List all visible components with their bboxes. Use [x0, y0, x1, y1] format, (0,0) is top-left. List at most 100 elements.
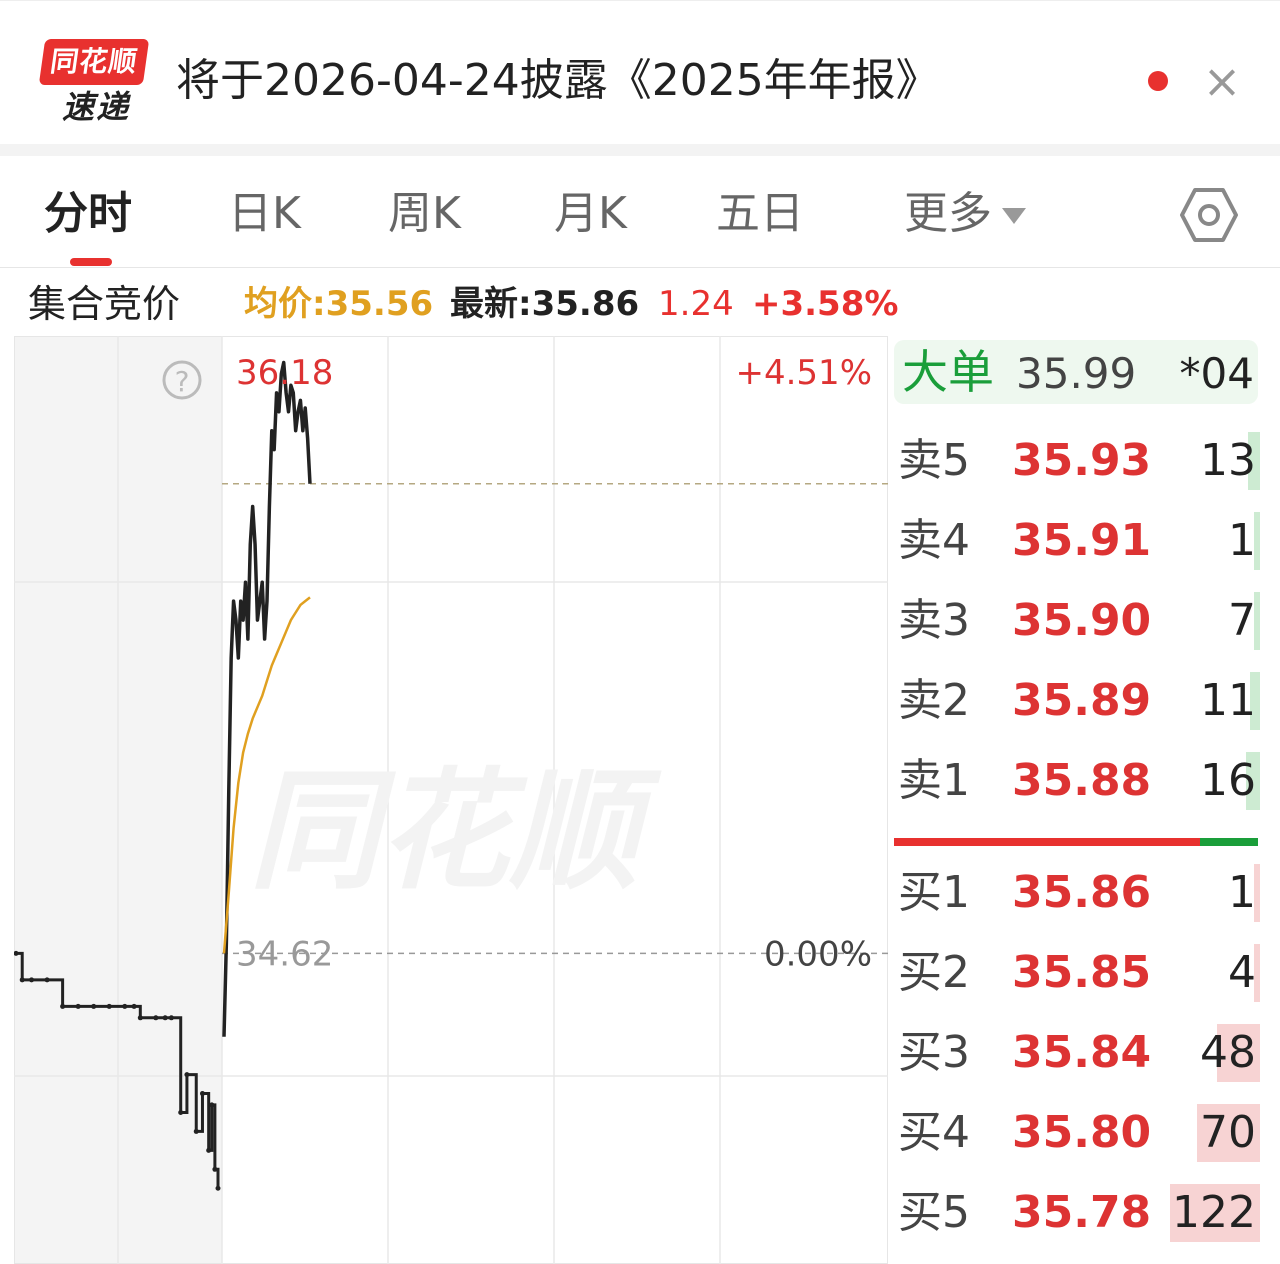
buy-volume: 1 [1228, 867, 1256, 918]
tab-daily-k[interactable]: 日K [228, 186, 301, 242]
auction-point [29, 977, 35, 983]
sell-price: 35.88 [1012, 755, 1152, 806]
auction-point [137, 1015, 143, 1021]
auction-point [168, 1015, 174, 1021]
big-order-volume: *04 [1179, 349, 1254, 398]
sell-label: 卖2 [898, 675, 970, 726]
watermark-text: 同花顺 [249, 755, 662, 907]
notification-title[interactable]: 将于2026-04-24披露《2025年年报》 [176, 53, 940, 109]
base-percent-label: 0.00% [764, 934, 872, 974]
unread-dot-icon [1148, 71, 1168, 91]
buy-volume: 122 [1172, 1187, 1256, 1238]
auction-point [44, 977, 50, 983]
big-order-row[interactable]: 大单 35.99 *04 [894, 340, 1258, 404]
sell-volume: 16 [1200, 755, 1256, 806]
tab-intraday[interactable]: 分时 [44, 186, 132, 242]
auction-point [184, 1072, 190, 1078]
buy-label: 买4 [898, 1107, 970, 1158]
auction-point [19, 977, 25, 983]
sell-pressure-bar [1200, 838, 1258, 846]
buy-pressure-bar [894, 838, 1200, 846]
sell-volume: 13 [1200, 435, 1256, 486]
price-change: 1.24 [658, 284, 734, 324]
buy-volume: 48 [1200, 1027, 1256, 1078]
auction-point [212, 1166, 218, 1172]
auction-point [122, 1003, 128, 1009]
section-gap [0, 144, 1280, 156]
latest-price: 最新:35.86 [450, 284, 640, 324]
tab-monthly-k[interactable]: 月K [554, 186, 627, 242]
sell-price: 35.91 [1012, 515, 1152, 566]
auction-point [199, 1091, 205, 1097]
average-price: 均价:35.56 [244, 284, 434, 324]
sell-volume: 1 [1228, 515, 1256, 566]
auction-point [178, 1109, 184, 1115]
buy-price: 35.84 [1012, 1027, 1152, 1078]
buy-label: 买5 [898, 1187, 970, 1238]
tonghuashun-logo: 同花顺 速递 [38, 39, 150, 129]
tab-more[interactable]: 更多 [904, 186, 1026, 242]
buy-row[interactable]: 买2 35.85 4 [890, 932, 1260, 1012]
high-percent-label: +4.51% [736, 353, 873, 393]
settings-hexagon-icon[interactable] [1180, 186, 1238, 244]
buy-row[interactable]: 买3 35.84 48 [890, 1012, 1260, 1092]
sell-price: 35.90 [1012, 595, 1152, 646]
intraday-chart[interactable]: 同花顺 36.18 +4.51% 34.62 0.00%? [14, 336, 888, 1264]
sell-row[interactable]: 卖2 35.89 11 [890, 660, 1260, 740]
auction-point [60, 1003, 66, 1009]
auction-point [162, 1015, 168, 1021]
logo-bottom-text: 速递 [61, 88, 130, 126]
sell-row[interactable]: 卖4 35.91 1 [890, 500, 1260, 580]
buy-label: 买1 [898, 867, 970, 918]
caret-down-icon [1002, 208, 1026, 224]
quote-info-row: 集合竞价 均价:35.56 最新:35.86 1.24 +3.58% [0, 270, 898, 336]
auction-point [215, 1185, 221, 1191]
sell-volume: 7 [1228, 595, 1256, 646]
notification-bar[interactable]: 同花顺 速递 将于2026-04-24披露《2025年年报》 × [0, 0, 1280, 144]
tab-five-day[interactable]: 五日 [716, 186, 804, 242]
sell-label: 卖3 [898, 595, 970, 646]
sell-label: 卖1 [898, 755, 970, 806]
buy-price: 35.80 [1012, 1107, 1152, 1158]
sell-row[interactable]: 卖5 35.93 13 [890, 420, 1260, 500]
intraday-chart-svg: 同花顺 36.18 +4.51% 34.62 0.00%? [14, 336, 888, 1264]
auction-point [75, 1003, 81, 1009]
auction-point [193, 1128, 199, 1134]
high-price-label: 36.18 [236, 353, 333, 393]
logo-top-text: 同花顺 [38, 39, 150, 85]
active-tab-indicator [70, 258, 112, 266]
tab-more-label: 更多 [904, 188, 992, 239]
auction-point [131, 1003, 137, 1009]
big-order-price: 35.99 [1016, 349, 1137, 398]
buy-row[interactable]: 买1 35.86 1 [890, 852, 1260, 932]
sell-price: 35.89 [1012, 675, 1152, 726]
buy-label: 买3 [898, 1027, 970, 1078]
sell-label: 卖4 [898, 515, 970, 566]
auction-label: 集合竞价 [28, 282, 181, 326]
auction-point [153, 1015, 159, 1021]
order-book: 大单 35.99 *04 卖5 35.93 13 卖4 35.91 1 卖3 35.90 7 卖2… [890, 336, 1270, 1264]
auction-point [209, 1102, 215, 1108]
sell-row[interactable]: 卖3 35.90 7 [890, 580, 1260, 660]
buy-volume: 70 [1200, 1107, 1256, 1158]
close-icon[interactable]: × [1196, 55, 1248, 107]
sell-volume: 11 [1200, 675, 1256, 726]
auction-point [206, 1147, 212, 1153]
buy-price: 35.78 [1012, 1187, 1152, 1238]
auction-point [106, 1003, 112, 1009]
buy-label: 买2 [898, 947, 970, 998]
buy-price: 35.85 [1012, 947, 1152, 998]
chart-tab-bar: 分时 日K 周K 月K 五日 更多 [0, 156, 1280, 268]
price-change-percent: +3.58% [752, 284, 899, 324]
auction-point [91, 1003, 97, 1009]
buy-price: 35.86 [1012, 867, 1152, 918]
help-icon-glyph: ? [175, 365, 190, 398]
sell-row[interactable]: 卖1 35.88 16 [890, 740, 1260, 820]
buy-row[interactable]: 买5 35.78 122 [890, 1172, 1260, 1252]
buy-volume: 4 [1228, 947, 1256, 998]
base-price-label: 34.62 [236, 934, 333, 974]
tab-weekly-k[interactable]: 周K [388, 186, 461, 242]
sell-price: 35.93 [1012, 435, 1152, 486]
big-order-label: 大单 [902, 345, 994, 399]
buy-row[interactable]: 买4 35.80 70 [890, 1092, 1260, 1172]
